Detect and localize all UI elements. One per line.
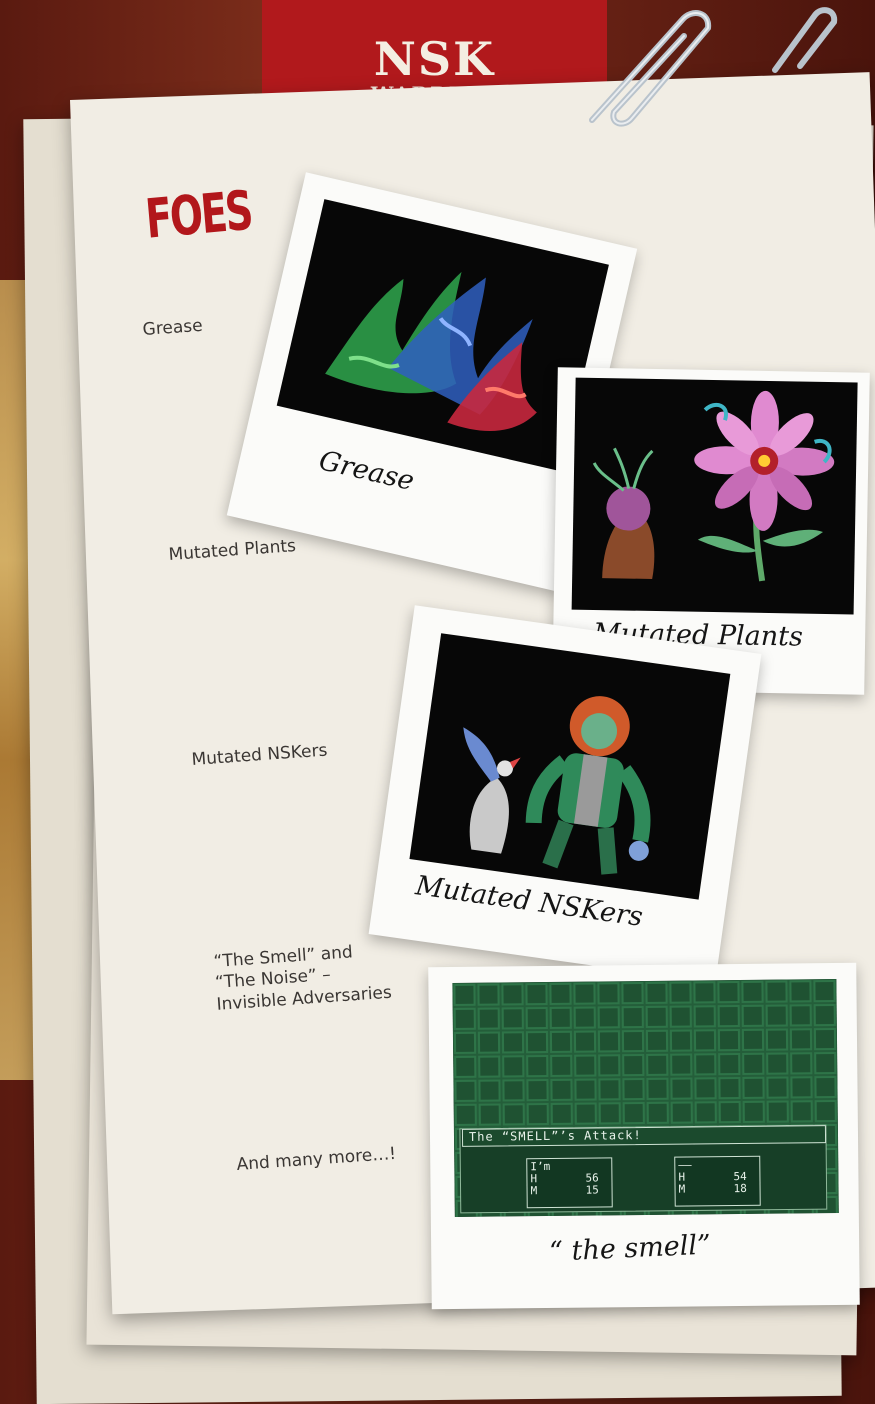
foe-label-smell: “The Smell” and “The Noise” – Invisible … — [213, 940, 392, 1016]
game-screen-image — [452, 978, 839, 1217]
mp-label: M — [678, 1182, 686, 1196]
mp-value: 15 — [585, 1183, 599, 1197]
mp-label: M — [530, 1184, 538, 1198]
battle-message-box: The “SMELL”’s Attack! — [461, 1125, 827, 1147]
caption-smell: “ the smell” — [548, 1229, 712, 1268]
mp-value: 18 — [733, 1181, 747, 1196]
photo-smell: The “SMELL”’s Attack! I’m H M 56 15 —— H… — [452, 978, 839, 1217]
polaroid-nskers: Mutated NSKers — [368, 605, 762, 983]
nsker-monsters-image — [463, 696, 651, 875]
paperclip-icon — [589, 10, 712, 127]
plant-monsters-image — [592, 390, 835, 582]
cover-logo: NSK — [373, 32, 496, 86]
page-title: FOES — [143, 178, 254, 251]
party-status-2: —— H M 54 18 — [674, 1155, 761, 1207]
paperclip-icon — [772, 7, 838, 73]
photo-plants — [571, 377, 858, 615]
caption-grease: Grease — [316, 445, 417, 497]
battle-message: The “SMELL”’s Attack! — [468, 1128, 642, 1144]
foe-label-grease: Grease — [142, 315, 204, 340]
polaroid-smell: The “SMELL”’s Attack! I’m H M 56 15 —— H… — [428, 962, 860, 1310]
party-status-1: I’m H M 56 15 — [526, 1157, 613, 1209]
photo-nskers — [409, 633, 731, 900]
